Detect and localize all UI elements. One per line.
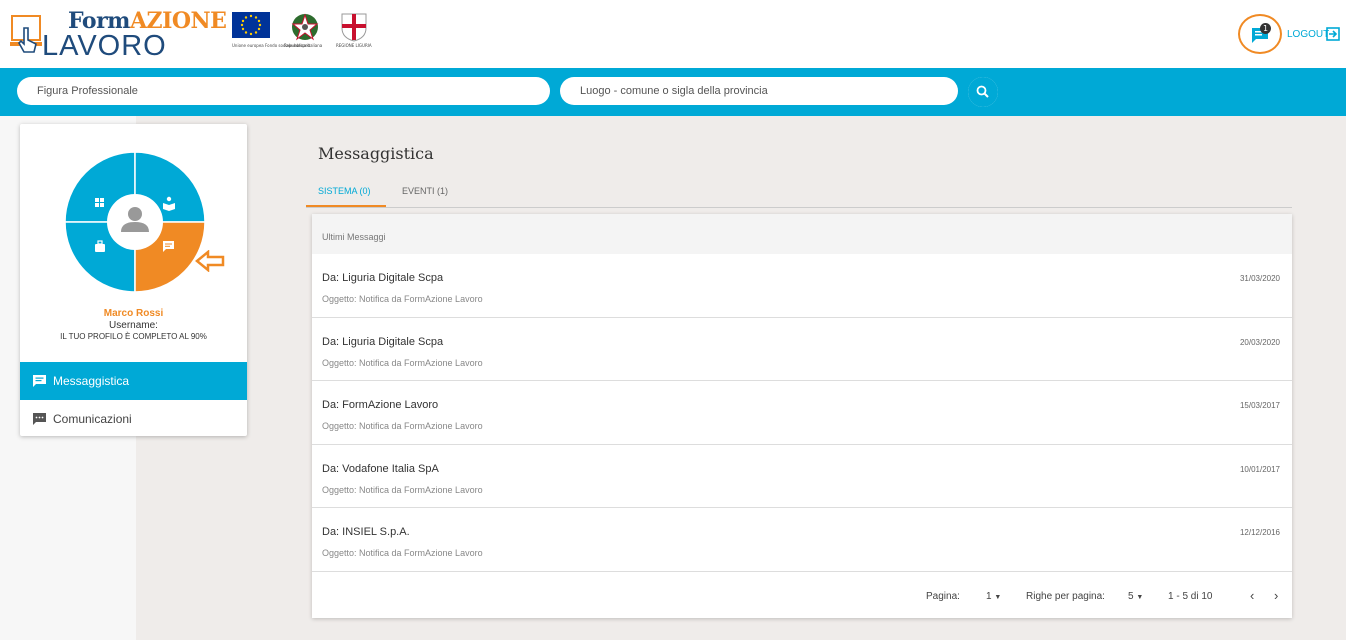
- italy-caption: Repubblica Italiana: [284, 43, 323, 48]
- italian-emblem-icon: [291, 13, 319, 41]
- message-sender: Da: INSIEL S.p.A.: [322, 526, 410, 538]
- messages-list-header: Ultimi Messaggi: [312, 214, 1292, 254]
- liguria-caption: REGIONE LIGURIA: [336, 43, 372, 48]
- tab-eventi[interactable]: EVENTI (1): [402, 186, 448, 196]
- message-sender: Da: FormAzione Lavoro: [322, 399, 439, 411]
- list-item[interactable]: Da: INSIEL S.p.A. Oggetto: Notifica da F…: [312, 508, 1292, 572]
- repubblica-italiana-logo: Repubblica Italiana: [284, 12, 328, 48]
- sidebar-item-comunicazioni[interactable]: Comunicazioni: [20, 400, 247, 438]
- page-select[interactable]: 1 ▼: [986, 591, 1001, 602]
- logo-subtitle: LAVORO: [42, 30, 167, 62]
- profile-username-label: Username:: [109, 320, 158, 331]
- page-range: 1 - 5 di 10: [1168, 591, 1213, 602]
- arrow-left-icon: [195, 250, 225, 272]
- page-label: Pagina:: [926, 591, 960, 602]
- message-date: 31/03/2020: [1239, 274, 1280, 283]
- list-item[interactable]: Da: Vodafone Italia SpA Oggetto: Notific…: [312, 445, 1292, 508]
- computer-hand-icon: [10, 15, 42, 53]
- search-bar: Figura Professionale Luogo - comune o si…: [0, 68, 1346, 116]
- list-item[interactable]: Da: Liguria Digitale Scpa Oggetto: Notif…: [312, 254, 1292, 318]
- message-subject: Oggetto: Notifica da FormAzione Lavoro: [322, 294, 483, 304]
- message-subject: Oggetto: Notifica da FormAzione Lavoro: [322, 421, 483, 431]
- pagination: Pagina: 1 ▼ Righe per pagina: 5 ▼ 1 - 5 …: [312, 572, 1292, 618]
- tab-sistema[interactable]: SISTEMA (0): [318, 186, 371, 196]
- tab-bar: SISTEMA (0) EVENTI (1): [306, 180, 1292, 208]
- list-item[interactable]: Da: Liguria Digitale Scpa Oggetto: Notif…: [312, 318, 1292, 381]
- next-page-button[interactable]: ›: [1274, 588, 1278, 603]
- formazione-lavoro-logo[interactable]: FormAZIONE LAVORO: [10, 6, 227, 62]
- message-date: 10/01/2017: [1239, 464, 1280, 474]
- rows-per-page-label: Righe per pagina:: [1026, 591, 1105, 602]
- search-icon: [968, 77, 998, 107]
- liguria-shield-icon: [341, 13, 367, 42]
- profile-name: Marco Rossi: [103, 308, 164, 319]
- message-sender: Da: Vodafone Italia SpA: [322, 462, 439, 475]
- message-date: 12/12/2016: [1239, 528, 1280, 537]
- chevron-down-icon: ▼: [994, 594, 1002, 601]
- notification-count-badge: 1: [1260, 23, 1271, 34]
- rows-per-page-select[interactable]: 5 ▼: [1128, 591, 1143, 602]
- chevron-down-icon: ▼: [1136, 594, 1144, 601]
- logout-link[interactable]: LOGOUT: [1287, 29, 1329, 40]
- message-subject: Oggetto: Notifica da FormAzione Lavoro: [322, 484, 483, 495]
- profession-search-input[interactable]: Figura Professionale: [17, 77, 550, 105]
- logout-icon[interactable]: [1326, 27, 1340, 41]
- eu-flag-icon: [232, 12, 270, 38]
- message-sender: Da: Liguria Digitale Scpa: [322, 272, 444, 284]
- rows-select-value: 5: [1128, 591, 1134, 602]
- regione-liguria-logo: REGIONE LIGURIA: [336, 12, 376, 48]
- profile-card: Marco Rossi Username: IL TUO PROFILO È C…: [20, 124, 247, 436]
- sidebar-item-label: Messaggistica: [53, 374, 130, 388]
- notifications-button[interactable]: 1: [1238, 14, 1282, 54]
- profile-completion-text: IL TUO PROFILO È COMPLETO AL 90%: [60, 332, 207, 341]
- list-item[interactable]: Da: FormAzione Lavoro Oggetto: Notifica …: [312, 381, 1292, 445]
- sidebar-item-label: Comunicazioni: [53, 412, 132, 426]
- message-date: 15/03/2017: [1239, 401, 1280, 410]
- message-sender: Da: Liguria Digitale Scpa: [322, 335, 444, 348]
- message-subject: Oggetto: Notifica da FormAzione Lavoro: [322, 548, 483, 558]
- message-subject: Oggetto: Notifica da FormAzione Lavoro: [322, 357, 483, 368]
- page-select-value: 1: [986, 591, 992, 602]
- eu-logo: Unione europea Fondo sociale europeo: [232, 12, 310, 48]
- profile-wheel: [65, 152, 205, 292]
- messages-panel: Ultimi Messaggi Da: Liguria Digitale Scp…: [312, 214, 1292, 618]
- search-button[interactable]: [968, 77, 998, 107]
- message-icon: [33, 375, 46, 387]
- previous-page-button[interactable]: ‹: [1250, 588, 1254, 603]
- chat-icon: [33, 413, 46, 425]
- top-header: FormAZIONE LAVORO Unione europea Fondo s…: [0, 0, 1346, 68]
- active-tab-indicator: [306, 205, 386, 207]
- location-search-input[interactable]: Luogo - comune o sigla della provincia: [560, 77, 958, 105]
- message-date: 20/03/2020: [1239, 337, 1280, 347]
- sidebar-item-messaggistica[interactable]: Messaggistica: [20, 362, 247, 400]
- page-title: Messaggistica: [318, 144, 434, 163]
